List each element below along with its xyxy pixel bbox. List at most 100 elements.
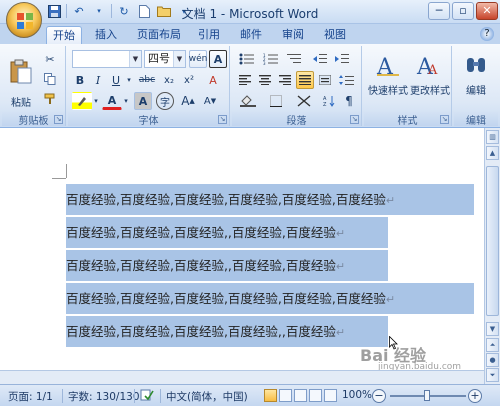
- window-title: 文档 1 - Microsoft Word: [181, 7, 319, 21]
- sort-icon[interactable]: AZ: [320, 92, 338, 110]
- align-left-icon[interactable]: [236, 71, 254, 89]
- minimize-button[interactable]: ─: [428, 2, 450, 20]
- shading-icon[interactable]: [236, 92, 260, 110]
- scroll-down-button[interactable]: ▼: [486, 322, 499, 336]
- decrease-indent-icon[interactable]: [310, 50, 330, 68]
- change-styles-label: 更改样式: [410, 86, 450, 97]
- shrink-font-button[interactable]: A ▼: [200, 92, 220, 110]
- horizontal-scrollbar[interactable]: [0, 370, 484, 384]
- web-layout-view-icon[interactable]: [294, 389, 307, 402]
- scroll-thumb[interactable]: [486, 166, 499, 316]
- line-spacing-icon[interactable]: [336, 71, 358, 89]
- strikethrough-button[interactable]: abc: [136, 71, 158, 89]
- character-border-button[interactable]: A: [209, 50, 227, 68]
- scroll-up-button[interactable]: ▲: [486, 146, 499, 160]
- text-line[interactable]: 百度经验,百度经验,百度经验,,百度经验,百度经验↵: [66, 217, 388, 248]
- underline-button[interactable]: U: [108, 71, 124, 89]
- asian-layout-icon[interactable]: [292, 92, 316, 110]
- zoom-slider-thumb[interactable]: [424, 390, 430, 401]
- bold-button[interactable]: B: [72, 71, 88, 89]
- chevron-down-icon[interactable]: ▾: [122, 92, 130, 110]
- dialog-launcher-icon[interactable]: ↘: [350, 115, 359, 124]
- highlight-button[interactable]: [72, 92, 92, 110]
- change-styles-button[interactable]: AA: [410, 50, 448, 80]
- font-size-combo[interactable]: 四号 ▼: [144, 50, 186, 68]
- quick-styles-button[interactable]: A: [368, 50, 408, 80]
- paste-button[interactable]: [6, 50, 36, 94]
- numbering-icon[interactable]: 123: [260, 50, 282, 68]
- print-layout-view-icon[interactable]: [264, 389, 277, 402]
- character-shading-button[interactable]: A: [134, 92, 152, 110]
- phonetic-guide-button[interactable]: wén: [189, 50, 207, 68]
- chevron-down-icon: ▼: [129, 51, 141, 67]
- dialog-launcher-icon[interactable]: ↘: [440, 115, 449, 124]
- tab-review[interactable]: 审阅: [276, 26, 310, 44]
- line-text: 百度经验,百度经验,百度经验,,百度经验,百度经验: [66, 258, 336, 273]
- multilevel-list-icon[interactable]: [284, 50, 306, 68]
- justify-icon[interactable]: [296, 71, 314, 89]
- chevron-down-icon[interactable]: ▾: [92, 92, 100, 110]
- editing-button[interactable]: [460, 50, 492, 80]
- ruler-toggle-icon[interactable]: ▥: [486, 130, 499, 144]
- vertical-scrollbar[interactable]: ▥ ▲ ▼ ⏶ ● ⏷: [484, 128, 500, 384]
- zoom-level[interactable]: 100%: [342, 389, 372, 401]
- margin-marker: [66, 164, 67, 178]
- subscript-button[interactable]: x₂: [160, 71, 178, 89]
- enclose-characters-button[interactable]: 字: [156, 92, 174, 110]
- line-text: 百度经验,百度经验,百度经验,百度经验,百度经验,百度经验: [66, 192, 386, 207]
- paragraph-mark-icon: ↵: [335, 260, 346, 273]
- borders-icon[interactable]: [264, 92, 288, 110]
- text-line[interactable]: 百度经验,百度经验,百度经验,百度经验,百度经验,百度经验↵: [66, 184, 474, 215]
- paragraph-mark-icon: ↵: [335, 227, 346, 240]
- full-screen-reading-view-icon[interactable]: [279, 389, 292, 402]
- zoom-out-button[interactable]: −: [372, 389, 386, 403]
- italic-button[interactable]: I: [90, 71, 106, 89]
- copy-icon[interactable]: [40, 70, 60, 88]
- tab-view[interactable]: 视图: [318, 26, 352, 44]
- group-font: ▼ 四号 ▼ wén A B I U ▾ abc x₂ x² A ▾ A ▾ A…: [68, 46, 230, 127]
- font-name-combo[interactable]: ▼: [72, 50, 142, 68]
- help-icon[interactable]: ?: [480, 27, 494, 41]
- close-button[interactable]: ✕: [476, 2, 498, 20]
- format-painter-icon[interactable]: [40, 90, 60, 108]
- draft-view-icon[interactable]: [324, 389, 337, 402]
- restore-button[interactable]: ▫: [452, 2, 474, 20]
- office-button[interactable]: [6, 2, 42, 38]
- highlighter-icon: [78, 97, 86, 106]
- page-count[interactable]: 页面: 1/1: [8, 389, 53, 404]
- select-browse-object-icon[interactable]: ●: [486, 353, 499, 367]
- previous-page-button[interactable]: ⏶: [486, 338, 499, 352]
- show-hide-marks-icon[interactable]: ¶: [340, 92, 358, 110]
- paragraph-mark-icon: ↵: [385, 293, 396, 306]
- office-logo-icon: [17, 13, 33, 29]
- align-right-icon[interactable]: [276, 71, 294, 89]
- zoom-in-button[interactable]: +: [468, 389, 482, 403]
- superscript-button[interactable]: x²: [180, 71, 198, 89]
- mouse-cursor-icon: [389, 336, 398, 350]
- tab-mailings[interactable]: 邮件: [234, 26, 268, 44]
- text-line[interactable]: 百度经验,百度经验,百度经验,,百度经验,百度经验↵: [66, 250, 388, 281]
- increase-indent-icon[interactable]: [332, 50, 352, 68]
- proofing-icon[interactable]: [140, 389, 154, 404]
- tab-insert[interactable]: 插入: [89, 26, 123, 44]
- tab-page-layout[interactable]: 页面布局: [131, 26, 187, 44]
- tab-home[interactable]: 开始: [46, 26, 82, 44]
- tab-references[interactable]: 引用: [192, 26, 226, 44]
- grow-font-button[interactable]: A ▲: [178, 92, 198, 110]
- text-line[interactable]: 百度经验,百度经验,百度经验,百度经验,百度经验,百度经验↵: [66, 283, 474, 314]
- cut-icon[interactable]: ✂: [40, 50, 60, 68]
- clear-formatting-button[interactable]: A: [202, 71, 224, 89]
- outline-view-icon[interactable]: [309, 389, 322, 402]
- chevron-down-icon[interactable]: ▾: [124, 71, 134, 89]
- bullets-icon[interactable]: [236, 50, 258, 68]
- language-indicator[interactable]: 中文(简体，中国): [166, 389, 248, 404]
- dialog-launcher-icon[interactable]: ↘: [54, 115, 63, 124]
- word-count[interactable]: 字数: 130/130: [68, 389, 140, 404]
- align-center-icon[interactable]: [256, 71, 274, 89]
- text-line[interactable]: 百度经验,百度经验,百度经验,百度经验,,百度经验↵: [66, 316, 388, 347]
- dialog-launcher-icon[interactable]: ↘: [218, 115, 227, 124]
- distributed-icon[interactable]: [316, 71, 334, 89]
- document-area[interactable]: 百度经验,百度经验,百度经验,百度经验,百度经验,百度经验↵ 百度经验,百度经验…: [0, 128, 484, 384]
- font-color-button[interactable]: A: [102, 92, 122, 110]
- next-page-button[interactable]: ⏷: [486, 368, 499, 382]
